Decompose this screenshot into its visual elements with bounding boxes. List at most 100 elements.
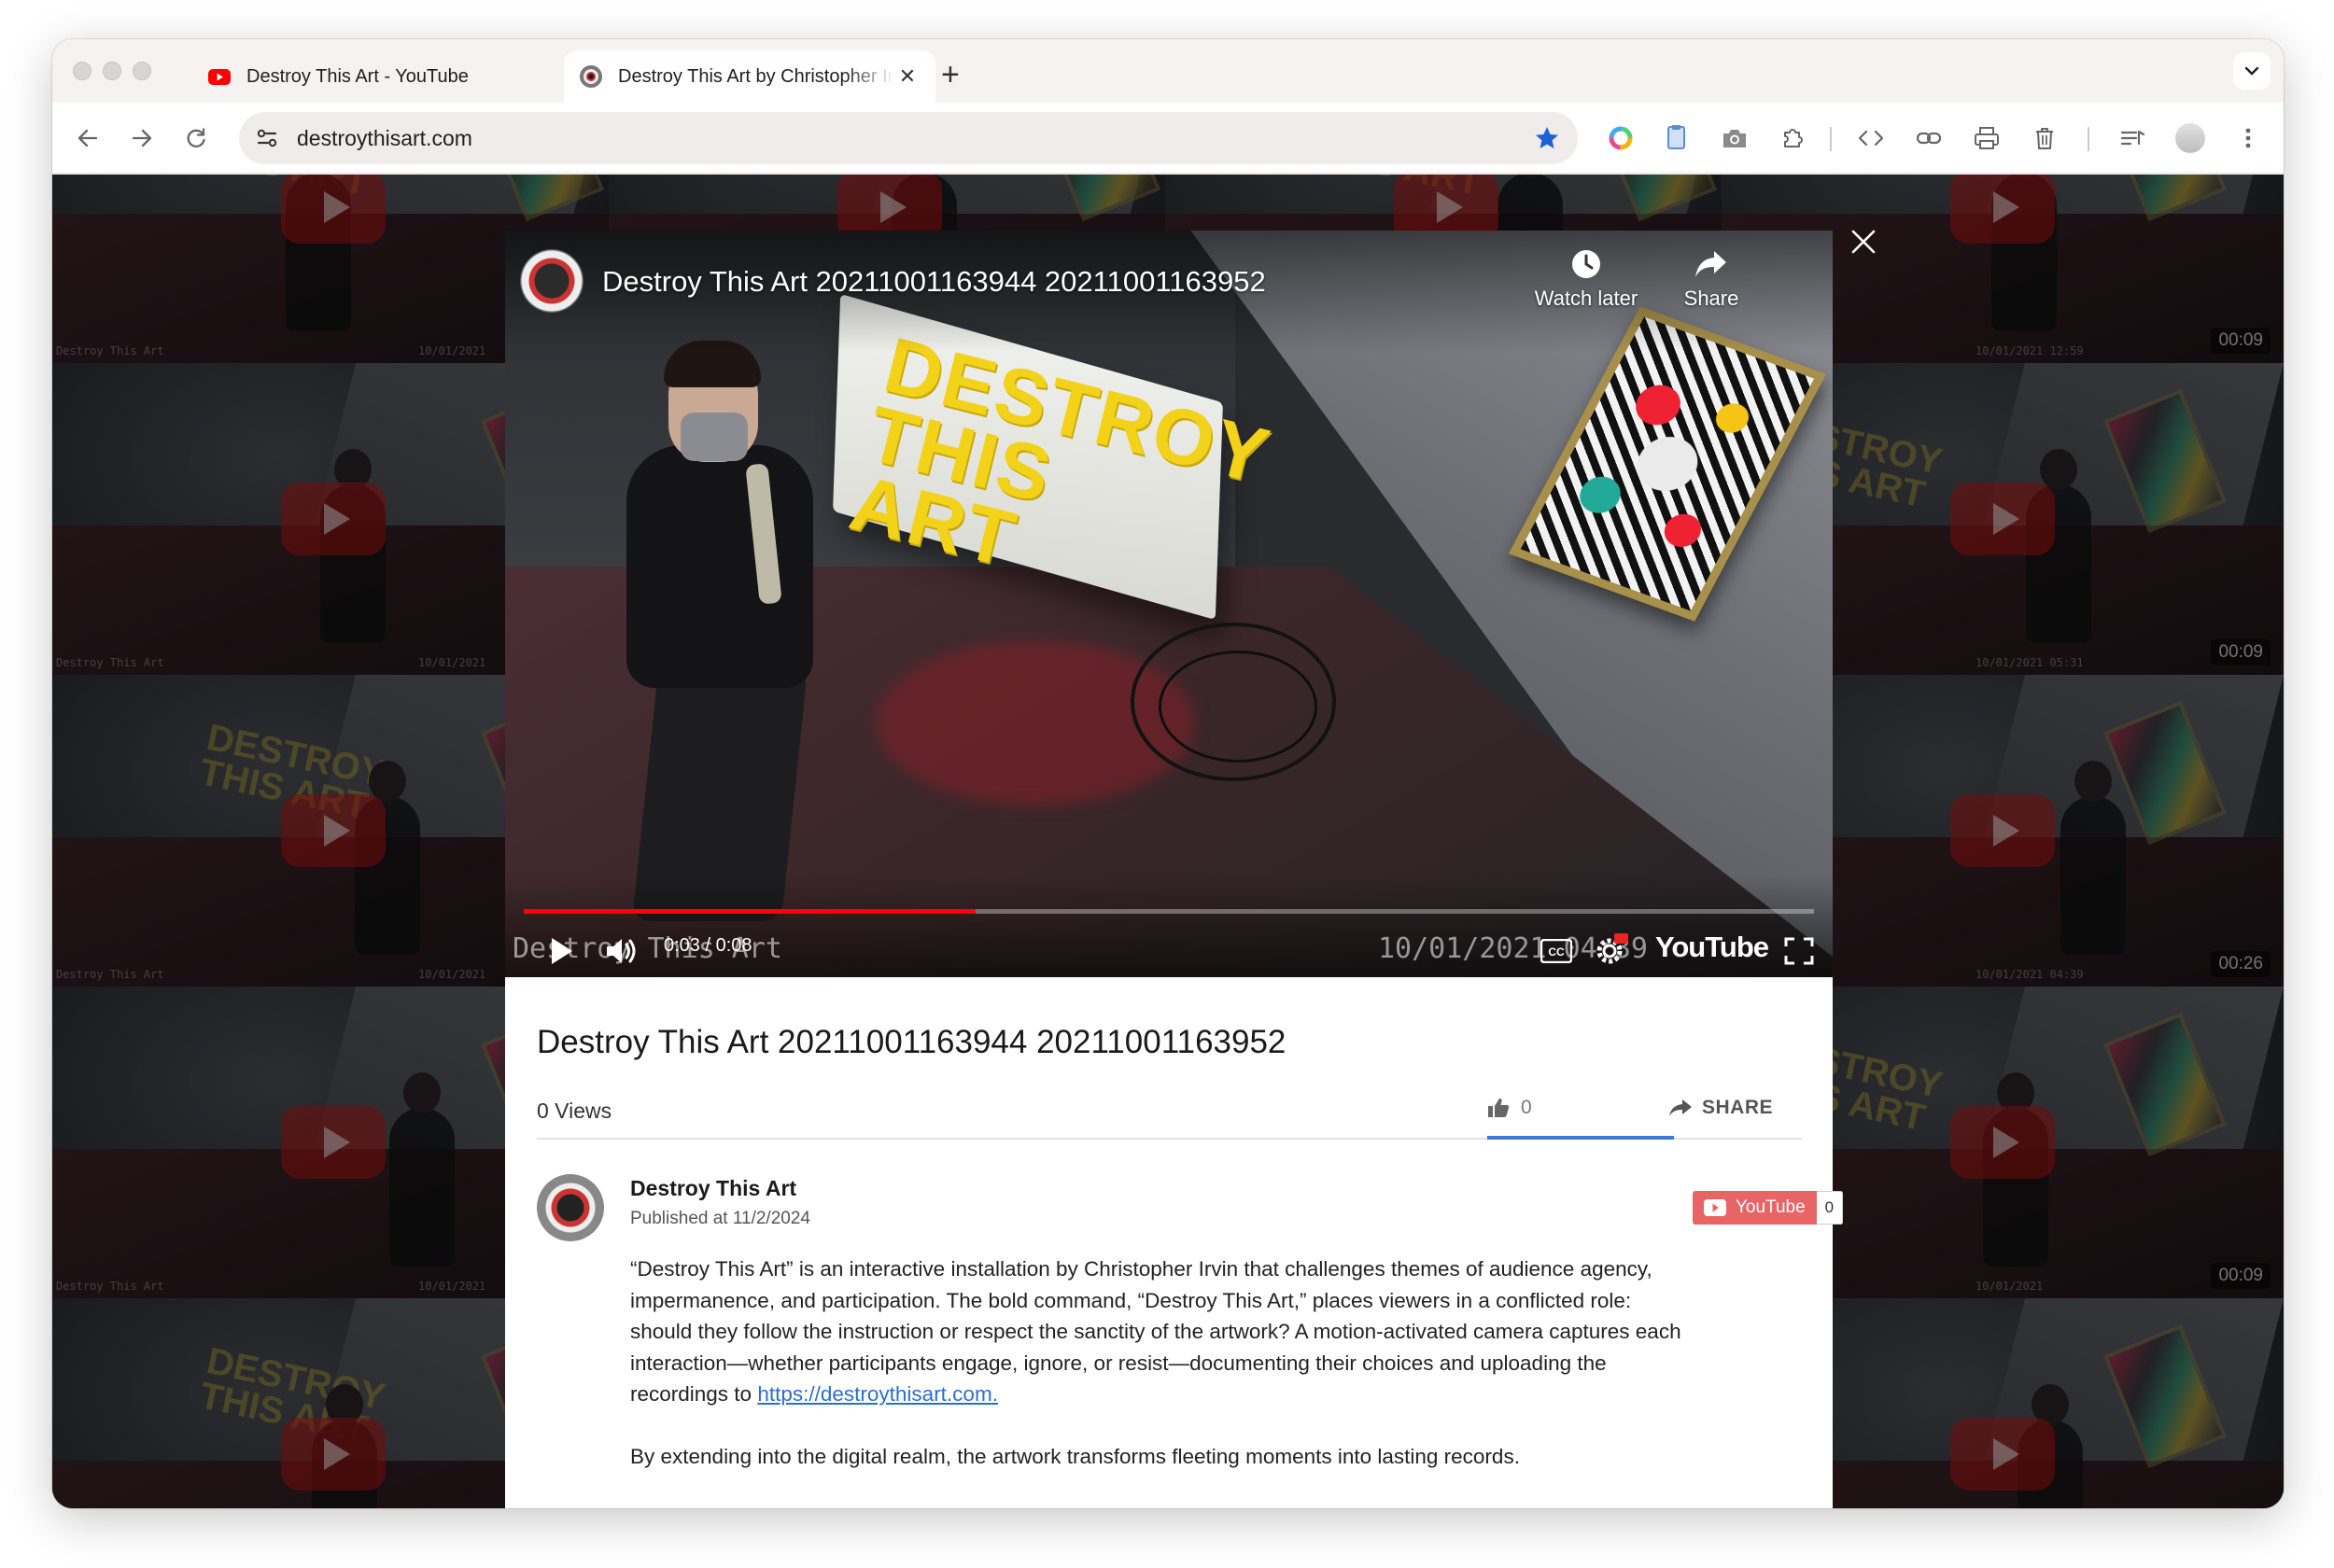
view-source-button[interactable] <box>1854 121 1888 155</box>
trash-icon <box>2036 128 2053 149</box>
captions-icon: CC <box>1540 939 1572 963</box>
video-player[interactable]: DESTROY THIS ART Destroy This Art 202110… <box>505 231 1833 977</box>
tab-title: Destroy This Art by Christopher Irvin <box>618 65 894 87</box>
arrow-left-icon <box>77 129 98 147</box>
player-video-title[interactable]: Destroy This Art 20211001163944 20211001… <box>602 265 1266 299</box>
profile-avatar-icon <box>2175 123 2205 153</box>
share-video-button[interactable]: Share <box>1655 247 1767 311</box>
toolbar-separator <box>1830 127 1832 151</box>
zoom-window-button[interactable] <box>133 62 151 80</box>
settings-button[interactable] <box>1590 929 1633 970</box>
seek-bar[interactable] <box>524 909 1814 914</box>
youtube-logo[interactable]: YouTube <box>1655 931 1769 964</box>
browser-menu-button[interactable] <box>2231 121 2265 155</box>
description-link[interactable]: https://destroythisart.com. <box>757 1382 998 1406</box>
clock-icon <box>1572 250 1600 278</box>
extensions-button[interactable] <box>1776 121 1809 155</box>
share-label: Share <box>1683 287 1739 310</box>
tab-destroythisart[interactable]: Destroy This Art by Christopher Irvin ✕ <box>564 50 935 103</box>
like-count: 0 <box>1521 1097 1532 1118</box>
svg-text:CC: CC <box>1548 945 1565 959</box>
subscribe-label: YouTube <box>1736 1197 1806 1217</box>
camera-icon <box>1723 130 1746 147</box>
toolbar-separator <box>2088 127 2089 151</box>
visitor-body <box>626 445 813 688</box>
youtube-favicon-icon <box>208 69 231 85</box>
view-count: 0 Views <box>537 1099 612 1123</box>
site-settings-icon[interactable] <box>254 125 280 151</box>
fullscreen-icon <box>1784 937 1814 965</box>
seek-bar-played <box>524 909 976 914</box>
chevron-down-icon <box>2244 66 2259 76</box>
youtube-subscribe-button[interactable]: YouTube 0 <box>1693 1191 1844 1225</box>
puzzle-icon <box>1784 129 1803 147</box>
channel-avatar[interactable] <box>537 1174 604 1241</box>
color-ring-icon <box>1609 126 1633 150</box>
share-arrow-icon <box>1669 1099 1692 1116</box>
share-label: SHARE <box>1702 1097 1774 1118</box>
url-text: destroythisart.com <box>297 126 472 150</box>
video-description: “Destroy This Art” is an interactive ins… <box>630 1253 1685 1503</box>
video-title: Destroy This Art 20211001163944 20211001… <box>537 1024 1287 1060</box>
new-tab-button[interactable]: + <box>941 56 960 93</box>
play-icon <box>552 938 572 964</box>
visitor-mask <box>681 413 748 461</box>
watch-later-button[interactable]: Watch later <box>1530 247 1642 311</box>
description-paragraph: “Destroy This Art” is an interactive ins… <box>630 1253 1685 1410</box>
channel-name[interactable]: Destroy This Art <box>630 1176 796 1201</box>
youtube-play-icon <box>1704 1199 1726 1216</box>
forward-button[interactable] <box>123 119 161 157</box>
gear-icon <box>1596 933 1628 964</box>
close-icon <box>1851 230 1876 254</box>
video-info-panel: Destroy This Art 20211001163944 20211001… <box>505 977 1844 1508</box>
subscriber-count: 0 <box>1816 1191 1844 1225</box>
clipboard-extension-icon[interactable] <box>1660 121 1694 155</box>
playlist-icon <box>2120 130 2145 146</box>
screenshot-extension-icon[interactable] <box>1718 121 1751 155</box>
print-button[interactable] <box>1970 121 2004 155</box>
reload-button[interactable] <box>177 119 215 157</box>
more-vertical-icon <box>2245 128 2251 148</box>
code-icon <box>1858 130 1884 147</box>
profile-button[interactable] <box>2173 121 2207 155</box>
time-display: 0:03 / 0:08 <box>664 935 752 956</box>
publish-date: Published at 11/2/2024 <box>630 1209 810 1228</box>
description-paragraph: By extending into the digital realm, the… <box>630 1444 1520 1468</box>
document-icon <box>1667 125 1685 149</box>
close-window-button[interactable] <box>73 62 91 80</box>
player-channel-avatar[interactable] <box>520 249 584 313</box>
play-button[interactable] <box>542 932 580 970</box>
share-arrow-icon <box>1695 251 1726 277</box>
share-button[interactable]: SHARE <box>1668 1097 1773 1119</box>
reload-icon <box>187 128 205 147</box>
browser-toolbar: destroythisart.com <box>52 103 2284 174</box>
bookmark-star-icon[interactable] <box>1533 124 1561 152</box>
tab-title: Destroy This Art - YouTube <box>246 65 469 87</box>
tab-search-button[interactable] <box>2233 52 2271 90</box>
link-icon <box>1916 132 1942 145</box>
captions-button[interactable]: CC <box>1538 932 1575 970</box>
delete-button[interactable] <box>2028 121 2061 155</box>
like-indicator <box>1487 1136 1674 1140</box>
thumbs-up-icon <box>1488 1099 1510 1117</box>
mute-button[interactable] <box>602 932 643 970</box>
reading-list-button[interactable] <box>2116 121 2149 155</box>
cable-coil <box>1159 651 1317 763</box>
close-modal-button[interactable] <box>1843 221 1884 262</box>
tab-youtube[interactable]: Destroy This Art - YouTube ✕ <box>192 50 609 103</box>
close-tab-icon[interactable]: ✕ <box>894 64 921 89</box>
tab-strip: Destroy This Art - YouTube ✕ Destroy Thi… <box>52 39 2284 103</box>
printer-icon <box>1975 127 1999 149</box>
subscribe-label-box[interactable]: YouTube <box>1693 1191 1817 1225</box>
destroythisart-favicon-icon <box>580 65 602 88</box>
back-button[interactable] <box>69 119 106 157</box>
color-picker-extension-icon[interactable] <box>1604 121 1638 155</box>
address-bar[interactable]: destroythisart.com <box>239 112 1578 164</box>
copy-link-button[interactable] <box>1912 121 1946 155</box>
fullscreen-button[interactable] <box>1780 932 1818 970</box>
page-viewport: DESTROY THIS ARTDestroy This Art10/01/20… <box>52 175 2284 1508</box>
watch-later-label: Watch later <box>1534 287 1638 310</box>
arrow-right-icon <box>132 129 152 147</box>
minimize-window-button[interactable] <box>103 62 121 80</box>
like-button[interactable]: 0 <box>1487 1097 1532 1119</box>
